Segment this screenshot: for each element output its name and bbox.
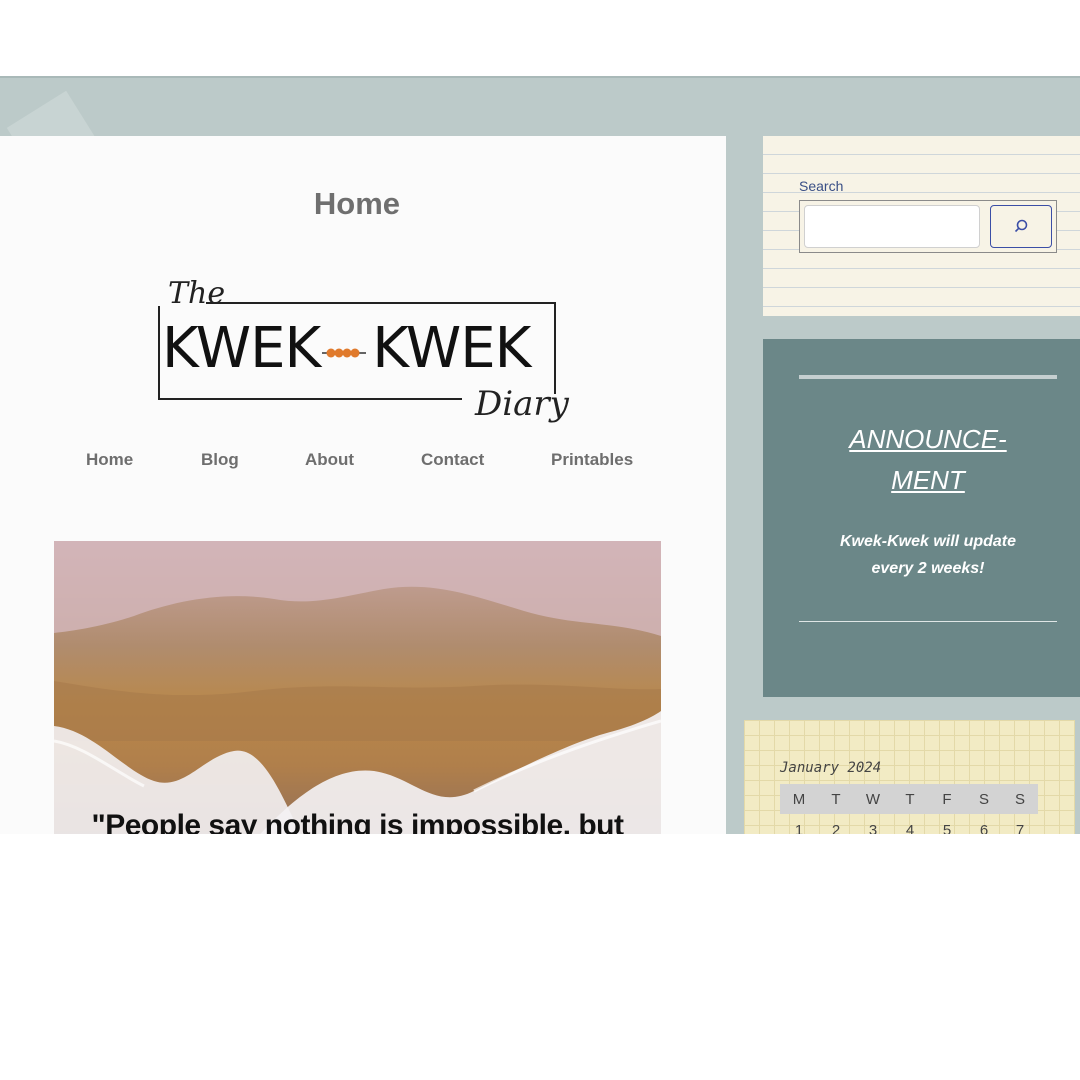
main-content: Home The KWEK KWEK Diary Home Blog About … <box>0 136 726 834</box>
calendar-weekday: S <box>1014 791 1025 808</box>
nav-item-blog[interactable]: Blog <box>201 450 239 470</box>
divider <box>799 621 1057 622</box>
nav-item-contact[interactable]: Contact <box>421 450 484 470</box>
main-nav: Home Blog About Contact Printables <box>0 450 714 474</box>
calendar-day[interactable]: 3 <box>855 822 891 834</box>
beach-photo <box>54 541 661 834</box>
calendar-widget: January 2024 M T W T F S S 1 2 3 4 5 6 7 <box>744 720 1075 834</box>
page-viewport: Home The KWEK KWEK Diary Home Blog About … <box>0 76 1080 834</box>
calendar-day[interactable]: 2 <box>818 822 854 834</box>
search-icon <box>1014 219 1028 233</box>
divider <box>799 375 1057 379</box>
logo-the: The <box>168 276 226 311</box>
search-button[interactable] <box>990 205 1052 248</box>
calendar-day[interactable]: 7 <box>1002 822 1038 834</box>
announcement-text: Kwek-Kwek will update every 2 weeks! <box>839 533 1017 577</box>
logo-diary: Diary <box>475 384 569 424</box>
hero-image[interactable]: "People say nothing is impossible, but <box>54 541 661 834</box>
empty-area <box>0 834 1080 1080</box>
search-form <box>799 200 1057 253</box>
calendar-weekday: T <box>905 791 915 808</box>
search-widget: Search <box>763 136 1080 316</box>
calendar-title: January 2024 <box>780 760 882 776</box>
calendar-day[interactable]: 6 <box>966 822 1002 834</box>
calendar-weekday: M <box>792 791 806 808</box>
nav-item-printables[interactable]: Printables <box>551 450 633 470</box>
announcement-title[interactable]: ANNOUNCE- MENT <box>799 419 1057 501</box>
search-input[interactable] <box>804 205 980 248</box>
calendar-day[interactable]: 4 <box>892 822 928 834</box>
calendar-weekday: F <box>942 791 952 808</box>
search-label: Search <box>799 178 844 194</box>
announcement-widget: ANNOUNCE- MENT Kwek-Kwek will update every… <box>763 339 1080 697</box>
hero-quote: "People say nothing is impossible, but <box>91 809 624 834</box>
calendar-weekday: S <box>978 791 989 808</box>
skewer-icon <box>322 348 366 358</box>
calendar-weekday: W <box>865 791 881 808</box>
nav-item-home[interactable]: Home <box>86 450 133 470</box>
site-logo[interactable]: The KWEK KWEK Diary <box>150 276 569 446</box>
page-title: Home <box>313 186 401 221</box>
calendar-weekday: T <box>831 791 841 808</box>
calendar-day[interactable]: 5 <box>929 822 965 834</box>
nav-item-about[interactable]: About <box>305 450 354 470</box>
calendar-day[interactable]: 1 <box>781 822 817 834</box>
